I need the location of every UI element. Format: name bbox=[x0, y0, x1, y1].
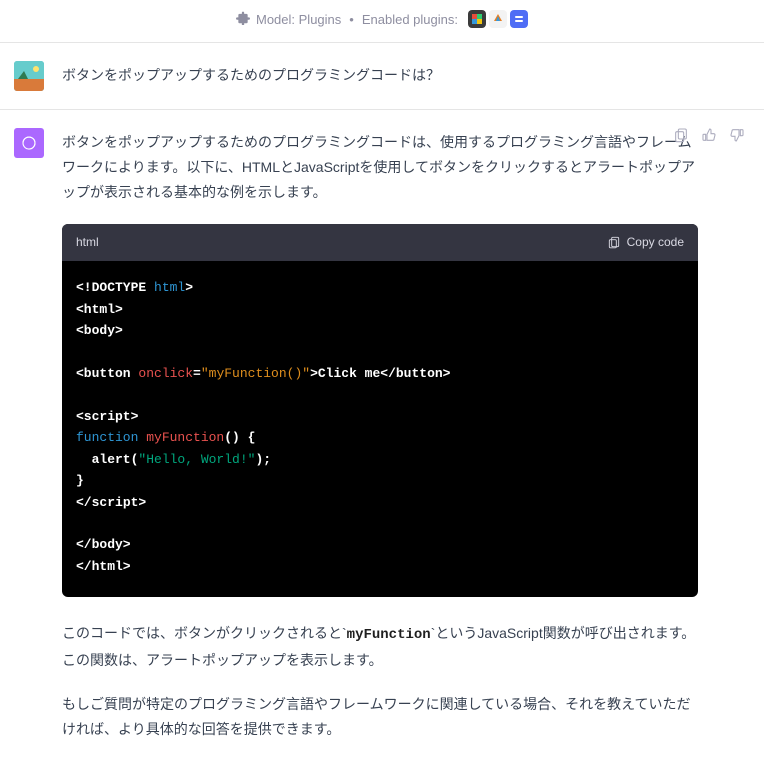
code-content[interactable]: <!DOCTYPE html> <html> <body> <button on… bbox=[62, 261, 698, 597]
thumbs-up-icon bbox=[701, 127, 717, 143]
user-message-row: ボタンをポップアップするためのプログラミングコードは？ bbox=[0, 43, 764, 110]
code-lang-label: html bbox=[76, 232, 99, 254]
clipboard-icon bbox=[607, 235, 621, 249]
enabled-plugins-label: Enabled plugins: bbox=[362, 12, 458, 27]
inline-code-myfunction: myFunction bbox=[347, 627, 431, 643]
plugin-chip-2[interactable] bbox=[489, 10, 507, 28]
code-block-header: html Copy code bbox=[62, 224, 698, 262]
copy-message-button[interactable] bbox=[672, 126, 690, 144]
plugin-chips bbox=[468, 10, 528, 28]
copy-code-label: Copy code bbox=[627, 232, 684, 254]
thumbs-down-button[interactable] bbox=[728, 126, 746, 144]
assistant-explain-1: このコードでは、ボタンがクリックされると`myFunction`というJavaS… bbox=[62, 621, 698, 673]
puzzle-icon bbox=[236, 11, 250, 28]
assistant-message: ボタンをポップアップするためのプログラミングコードは、使用するプログラミング言語… bbox=[62, 128, 698, 742]
code-block: html Copy code <!DOCTYPE html> <html> <b… bbox=[62, 224, 698, 598]
assistant-avatar bbox=[14, 128, 44, 158]
assistant-message-row: ボタンをポップアップするためのプログラミングコードは、使用するプログラミング言語… bbox=[0, 110, 764, 782]
user-message: ボタンをポップアップするためのプログラミングコードは？ bbox=[62, 61, 698, 91]
plugin-chip-3[interactable] bbox=[510, 10, 528, 28]
model-label: Model: Plugins bbox=[256, 12, 341, 27]
clipboard-icon bbox=[673, 127, 689, 143]
model-header: Model: Plugins • Enabled plugins: bbox=[0, 0, 764, 43]
message-actions bbox=[672, 126, 746, 144]
separator-dot: • bbox=[349, 12, 354, 27]
assistant-explain-2: もしご質問が特定のプログラミング言語やフレームワークに関連している場合、それを教… bbox=[62, 692, 698, 742]
copy-code-button[interactable]: Copy code bbox=[607, 232, 684, 254]
thumbs-up-button[interactable] bbox=[700, 126, 718, 144]
user-message-text: ボタンをポップアップするためのプログラミングコードは？ bbox=[62, 67, 440, 83]
thumbs-down-icon bbox=[729, 127, 745, 143]
user-avatar bbox=[14, 61, 44, 91]
assistant-intro: ボタンをポップアップするためのプログラミングコードは、使用するプログラミング言語… bbox=[62, 130, 698, 206]
plugin-chip-1[interactable] bbox=[468, 10, 486, 28]
